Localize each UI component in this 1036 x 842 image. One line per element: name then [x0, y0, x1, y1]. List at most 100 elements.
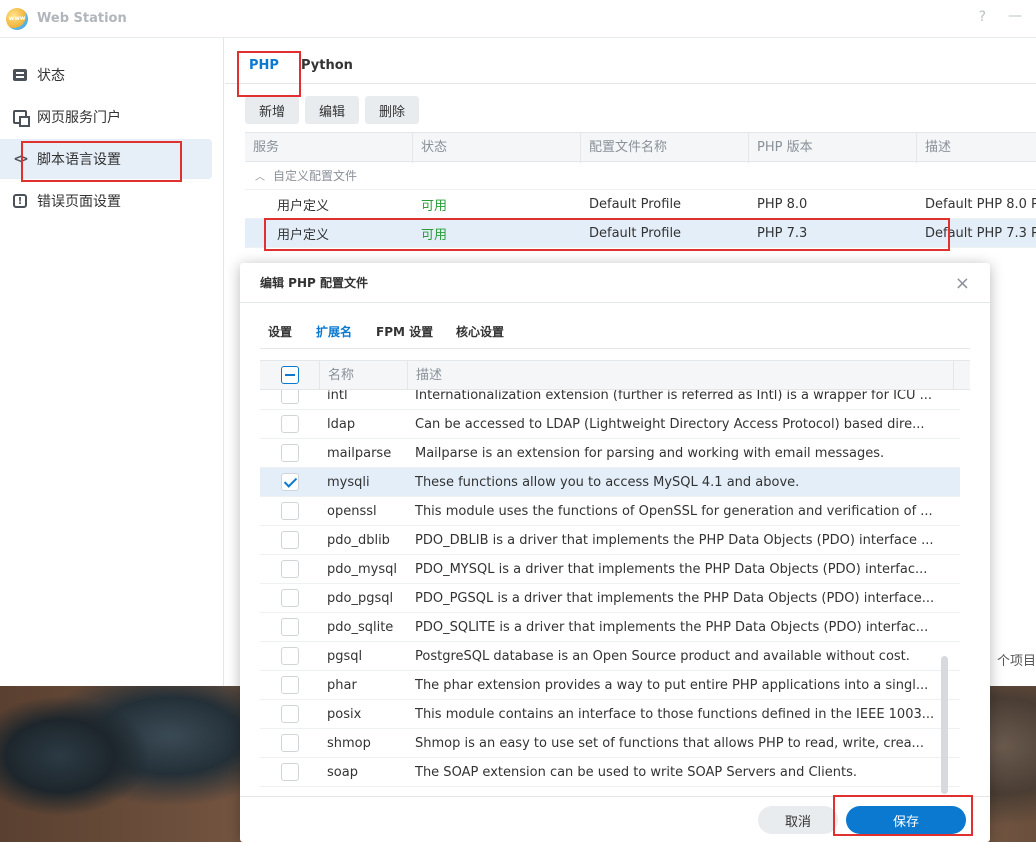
list-item[interactable]: pdo_sqlite PDO_SQLITE is a driver that im… — [260, 613, 960, 642]
dialog-footer: 取消 保存 — [240, 796, 990, 842]
scrollbar[interactable] — [941, 656, 948, 794]
column-header-profile[interactable]: 配置文件名称 — [581, 133, 749, 163]
cancel-button[interactable]: 取消 — [758, 806, 838, 834]
list-item[interactable]: pdo_dblib PDO_DBLIB is a driver that impl… — [260, 526, 960, 555]
list-item[interactable]: openssl This module uses the functions of… — [260, 497, 960, 526]
column-header-status[interactable]: 状态 — [413, 133, 581, 163]
code-icon: <> — [14, 151, 28, 167]
select-all-cell — [260, 361, 320, 389]
extension-description: PDO_SQLITE is a driver that implements t… — [415, 619, 929, 635]
item-count: 个项目 — [996, 654, 1036, 669]
list-item[interactable]: soap The SOAP extension can be used to wr… — [260, 758, 960, 787]
list-item[interactable]: phar The phar extension provides a way to… — [260, 671, 960, 700]
extension-checkbox[interactable] — [281, 705, 299, 723]
extension-checkbox[interactable] — [281, 444, 299, 462]
extension-checkbox[interactable] — [281, 390, 299, 404]
sidebar-item-status[interactable]: 状态 — [0, 55, 212, 95]
sidebar-item-label: 错误页面设置 — [37, 194, 121, 210]
column-header-description[interactable]: 描述 — [917, 133, 1036, 163]
add-button[interactable]: 新增 — [245, 96, 300, 124]
extension-name: pgsql — [327, 648, 363, 664]
profile-table: 服务 状态 配置文件名称 PHP 版本 描述 ︿ 自定义配置文件 用户定义 可用… — [245, 132, 1036, 248]
extension-checkbox[interactable] — [281, 560, 299, 578]
cell-profile: Default Profile — [589, 196, 682, 212]
save-button[interactable]: 保存 — [846, 806, 966, 834]
dialog-tabs: 设置 扩展名 FPM 设置 核心设置 — [260, 303, 970, 349]
column-header-version[interactable]: PHP 版本 — [749, 133, 917, 163]
minimize-icon[interactable]: — — [1008, 8, 1022, 24]
extension-name: phar — [327, 677, 357, 693]
extension-checkbox[interactable] — [281, 531, 299, 549]
extension-checkbox[interactable] — [281, 763, 299, 781]
extension-name: pdo_sqlite — [327, 619, 394, 635]
extension-list: intl Internationalization extension (furt… — [260, 390, 970, 796]
cell-service: 用户定义 — [277, 198, 330, 214]
list-item[interactable]: shmop Shmop is an easy to use set of func… — [260, 729, 960, 758]
list-item[interactable]: mailparse Mailparse is an extension for p… — [260, 439, 960, 468]
checkbox-cell — [260, 734, 320, 752]
close-icon[interactable]: × — [955, 273, 970, 294]
sidebar-item-script-language[interactable]: <> 脚本语言设置 — [0, 139, 212, 179]
cell-version: PHP 8.0 — [757, 196, 808, 212]
select-all-checkbox[interactable] — [280, 366, 299, 384]
status-icon — [12, 67, 28, 83]
list-item[interactable]: posix This module contains an interface t… — [260, 700, 960, 729]
extension-description: PDO_MYSQL is a driver that implements th… — [415, 561, 928, 577]
delete-button[interactable]: 删除 — [365, 96, 420, 124]
edit-button[interactable]: 编辑 — [305, 96, 360, 124]
tab-settings[interactable]: 设置 — [268, 323, 292, 340]
tab-python[interactable]: Python — [301, 58, 353, 73]
extension-name: ldap — [327, 416, 356, 432]
extension-checkbox[interactable] — [281, 473, 299, 491]
list-item[interactable]: pdo_pgsql PDO_PGSQL is a driver that impl… — [260, 584, 960, 613]
extension-checkbox[interactable] — [281, 618, 299, 636]
extension-description: Shmop is an easy to use set of functions… — [415, 735, 924, 751]
extension-description: The SOAP extension can be used to write … — [415, 764, 857, 780]
tab-core-settings[interactable]: 核心设置 — [456, 323, 504, 340]
extension-checkbox[interactable] — [281, 676, 299, 694]
column-header-name[interactable]: 名称 — [320, 361, 408, 389]
table-row[interactable]: 用户定义 可用 Default Profile PHP 7.3 Default … — [245, 219, 1036, 248]
extension-name: shmop — [327, 735, 371, 751]
extension-checkbox[interactable] — [281, 415, 299, 433]
help-icon[interactable]: ? — [979, 9, 986, 25]
extension-description: Mailparse is an extension for parsing an… — [415, 445, 885, 461]
cell-version: PHP 7.3 — [757, 225, 808, 241]
tab-fpm-settings[interactable]: FPM 设置 — [376, 323, 433, 340]
sidebar-item-web-portal[interactable]: 网页服务门户 — [0, 97, 212, 137]
checkbox-cell — [260, 676, 320, 694]
dialog-title: 编辑 PHP 配置文件 — [240, 263, 990, 303]
checkbox-cell — [260, 647, 320, 665]
table-row[interactable]: 用户定义 可用 Default Profile PHP 8.0 Default … — [245, 190, 1036, 219]
cell-status: 可用 — [421, 227, 448, 243]
extension-checkbox[interactable] — [281, 502, 299, 520]
extension-table-header: 名称 描述 — [260, 360, 970, 390]
tab-extensions[interactable]: 扩展名 — [316, 323, 352, 340]
extension-description: This module uses the functions of OpenSS… — [415, 503, 933, 519]
column-header-description[interactable]: 描述 — [408, 361, 954, 389]
checkbox-cell — [260, 531, 320, 549]
list-item[interactable]: intl Internationalization extension (furt… — [260, 390, 960, 410]
web-station-app-icon: www — [6, 7, 28, 30]
extension-checkbox[interactable] — [281, 734, 299, 752]
edit-php-profile-dialog: 编辑 PHP 配置文件 × 设置 扩展名 FPM 设置 核心设置 名称 描述 i… — [240, 263, 990, 842]
extension-name: intl — [327, 390, 348, 403]
column-header-service[interactable]: 服务 — [245, 133, 413, 163]
list-item[interactable]: mysqli These functions allow you to acces… — [260, 468, 960, 497]
sidebar-item-label: 状态 — [37, 68, 65, 84]
extension-description: PDO_DBLIB is a driver that implements th… — [415, 532, 934, 548]
extension-description: This module contains an interface to tho… — [415, 706, 935, 722]
extension-name: pdo_pgsql — [327, 590, 394, 606]
sidebar-item-label: 网页服务门户 — [37, 110, 121, 126]
checkbox-cell — [260, 444, 320, 462]
extension-checkbox[interactable] — [281, 647, 299, 665]
tab-php[interactable]: PHP — [249, 58, 279, 73]
list-item[interactable]: ldap Can be accessed to LDAP (Lightweight… — [260, 410, 960, 439]
sidebar-item-error-page[interactable]: ! 错误页面设置 — [0, 181, 212, 221]
table-header: 服务 状态 配置文件名称 PHP 版本 描述 — [245, 132, 1036, 163]
extension-description: Can be accessed to LDAP (Lightweight Dir… — [415, 416, 925, 432]
extension-checkbox[interactable] — [281, 589, 299, 607]
list-item[interactable]: pgsql PostgreSQL database is an Open Sour… — [260, 642, 960, 671]
list-item[interactable]: pdo_mysql PDO_MYSQL is a driver that impl… — [260, 555, 960, 584]
group-header[interactable]: ︿ 自定义配置文件 — [245, 162, 1036, 190]
